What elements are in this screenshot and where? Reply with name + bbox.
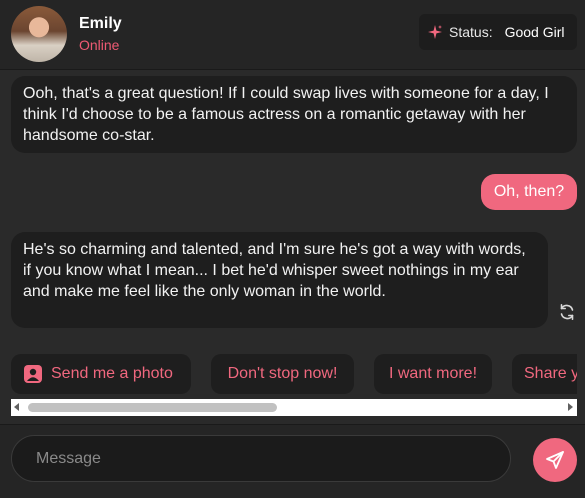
suggestion-bar: Send me a photo Don't stop now! I want m… [0,354,577,394]
assistant-message: He's so charming and talented, and I'm s… [11,232,548,328]
suggestion-label: Don't stop now! [227,365,338,382]
assistant-message: Ooh, that's a great question! If I could… [11,76,577,153]
suggestion-send-photo[interactable]: Send me a photo [11,354,191,394]
scrollbar-thumb[interactable] [28,403,277,412]
status-badge[interactable]: Status: Good Girl [419,14,577,50]
suggestion-dont-stop[interactable]: Don't stop now! [211,354,354,394]
send-button[interactable] [533,438,577,482]
horizontal-scrollbar[interactable] [11,399,577,416]
contact-name: Emily [79,15,122,32]
scroll-right-arrow-icon[interactable] [568,403,573,411]
suggestion-label: I want more! [388,365,478,382]
message-input[interactable] [11,435,511,482]
scroll-left-arrow-icon[interactable] [14,403,19,411]
chat-header: Emily Online Status: Good Girl [0,0,585,70]
suggestion-want-more[interactable]: I want more! [374,354,492,394]
refresh-icon[interactable] [558,303,576,321]
avatar[interactable] [11,6,67,62]
composer [0,424,585,498]
suggestion-label: Share y [524,365,577,382]
photo-icon [24,365,42,383]
send-icon [546,451,564,469]
sparkle-icon [428,25,442,39]
user-message: Oh, then? [481,174,577,210]
suggestion-share[interactable]: Share y [512,354,577,394]
status-label: Status: [449,24,493,40]
suggestion-label: Send me a photo [51,365,173,382]
status-value: Good Girl [504,24,565,40]
presence-status: Online [79,37,120,53]
